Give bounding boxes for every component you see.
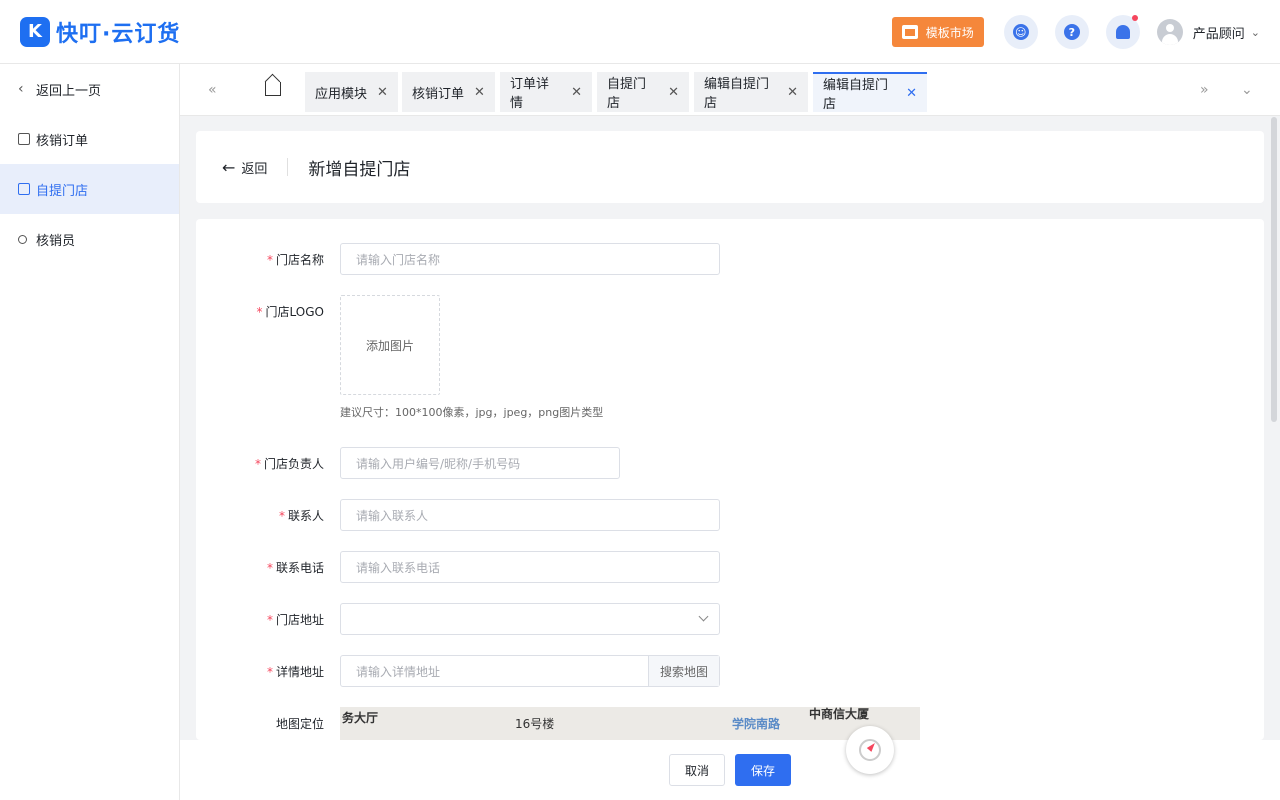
template-market-button[interactable]: 模板市场	[891, 17, 984, 47]
user-menu[interactable]: 产品顾问 ⌄	[1156, 19, 1260, 45]
map-label: 学院南路	[732, 717, 781, 731]
notification-button[interactable]	[1105, 15, 1140, 49]
sidebar-item-verify-orders[interactable]: 核销订单	[0, 114, 179, 164]
home-icon[interactable]	[265, 82, 281, 96]
field-label: * 门店负责人	[254, 457, 324, 471]
field-label: * 详情地址	[266, 665, 324, 679]
contact-input[interactable]: 请输入联系人	[340, 499, 720, 531]
map-compass[interactable]	[846, 726, 894, 774]
page-title: 新增自提门店	[308, 159, 411, 180]
top-header: K 快叮·云订货 模板市场 ☺ ? 产品顾问 ⌄	[0, 0, 1280, 64]
tab-label: 编辑自提门店	[823, 78, 889, 112]
detail-address-input[interactable]: 请输入详情地址 搜索地图	[340, 655, 720, 687]
back-label: 返回	[241, 161, 268, 177]
manager-input[interactable]: 请输入用户编号/昵称/手机号码	[340, 447, 620, 479]
field-label: * 门店地址	[266, 613, 324, 627]
search-map-button[interactable]: 搜索地图	[648, 656, 719, 686]
map-view[interactable]: 务大厅 16号楼 学院南路 中商信大厦	[340, 707, 920, 740]
sidebar-item-label: 核销员	[36, 233, 76, 249]
store-icon	[18, 183, 30, 195]
user-name: 产品顾问	[1192, 26, 1245, 42]
arrow-left-icon: ←	[222, 157, 236, 177]
chevron-down-icon: ⌄	[1250, 25, 1260, 39]
logo-upload[interactable]: 添加图片	[340, 295, 440, 395]
avatar	[1156, 19, 1183, 45]
sidebar-item-label: 返回上一页	[36, 83, 102, 99]
tab-pickup-stores[interactable]: 自提门店 ✕	[597, 72, 689, 112]
page-header-card: ← 返回 新增自提门店	[196, 131, 1264, 203]
field-label: * 联系电话	[266, 561, 324, 575]
tabs-scroll-left-icon[interactable]: «	[208, 64, 217, 116]
chevron-left-icon: ‹	[18, 81, 24, 97]
scrollbar[interactable]	[1271, 117, 1277, 422]
phone-input[interactable]: 请输入联系电话	[340, 551, 720, 583]
service-icon: ☺	[1012, 24, 1029, 40]
header-actions: 模板市场 ☺ ? 产品顾问 ⌄	[891, 0, 1280, 64]
tab-edit-store[interactable]: 编辑自提门店 ✕	[694, 72, 808, 112]
address-select[interactable]	[340, 603, 720, 635]
form-footer: 取消 保存	[180, 726, 1280, 800]
app-logo[interactable]: K 快叮·云订货	[20, 16, 180, 48]
field-label: * 门店LOGO	[256, 305, 324, 319]
help-icon: ?	[1063, 24, 1080, 40]
close-icon[interactable]: ✕	[906, 86, 917, 101]
field-label: * 门店名称	[266, 253, 324, 267]
sidebar-item-label: 核销订单	[36, 133, 89, 149]
map-label: 中商信大厦	[809, 707, 870, 721]
sidebar-item-back[interactable]: ‹ 返回上一页	[0, 64, 179, 114]
map-label: 务大厅	[342, 711, 379, 725]
sidebar-item-label: 自提门店	[36, 183, 89, 199]
field-label: 地图定位	[275, 717, 324, 731]
close-icon[interactable]: ✕	[474, 85, 485, 100]
order-icon	[18, 133, 30, 145]
tab-verify-orders[interactable]: 核销订单 ✕	[402, 72, 495, 112]
tab-order-detail[interactable]: 订单详情 ✕	[500, 72, 592, 112]
close-icon[interactable]: ✕	[668, 85, 679, 100]
logo-icon: K	[20, 16, 50, 47]
template-icon	[901, 25, 918, 39]
help-button[interactable]: ?	[1054, 15, 1089, 49]
divider	[287, 158, 289, 176]
field-label: * 联系人	[278, 509, 324, 523]
store-name-input[interactable]: 请输入门店名称	[340, 243, 720, 275]
cancel-button[interactable]: 取消	[669, 754, 725, 786]
sidebar-item-pickup-stores[interactable]: 自提门店	[0, 164, 179, 214]
logo-text: 快叮·云订货	[56, 21, 181, 47]
tab-app-modules[interactable]: 应用模块 ✕	[305, 72, 398, 112]
tab-label: 订单详情	[510, 77, 550, 111]
back-button[interactable]: ← 返回	[222, 158, 267, 177]
logo-hint: 建议尺寸：100*100像素，jpg，jpeg，png图片类型	[340, 406, 604, 419]
tabs-menu-chevron-down-icon[interactable]: ⌄	[1241, 64, 1253, 116]
sidebar-item-verifiers[interactable]: 核销员	[0, 214, 179, 264]
tab-label: 编辑自提门店	[704, 77, 770, 111]
chevron-down-icon	[698, 611, 709, 622]
user-icon	[18, 234, 27, 244]
map-label: 16号楼	[515, 717, 555, 731]
customer-service-button[interactable]: ☺	[1003, 15, 1038, 49]
sidebar: ‹ 返回上一页 核销订单 自提门店 核销员	[0, 64, 180, 800]
bell-icon	[1115, 25, 1130, 39]
save-button[interactable]: 保存	[735, 754, 791, 786]
tabs-scroll-right-icon[interactable]: »	[1200, 64, 1209, 116]
tab-label: 自提门店	[607, 77, 647, 111]
close-icon[interactable]: ✕	[787, 85, 798, 100]
compass-icon	[859, 739, 881, 761]
tab-bar: « 应用模块 ✕ 核销订单 ✕ 订单详情 ✕ 自提门店 ✕ 编辑自提门店 ✕ 编…	[180, 64, 1280, 116]
tab-label: 应用模块	[315, 86, 368, 102]
tab-edit-store-active[interactable]: 编辑自提门店 ✕	[813, 72, 927, 112]
notification-dot	[1131, 15, 1138, 21]
tab-label: 核销订单	[412, 86, 465, 102]
close-icon[interactable]: ✕	[377, 85, 388, 100]
close-icon[interactable]: ✕	[571, 85, 582, 100]
store-form: * 门店名称 请输入门店名称 * 门店LOGO 添加图片 建议尺寸：100*100像…	[196, 219, 1264, 740]
template-market-label: 模板市场	[925, 25, 974, 40]
